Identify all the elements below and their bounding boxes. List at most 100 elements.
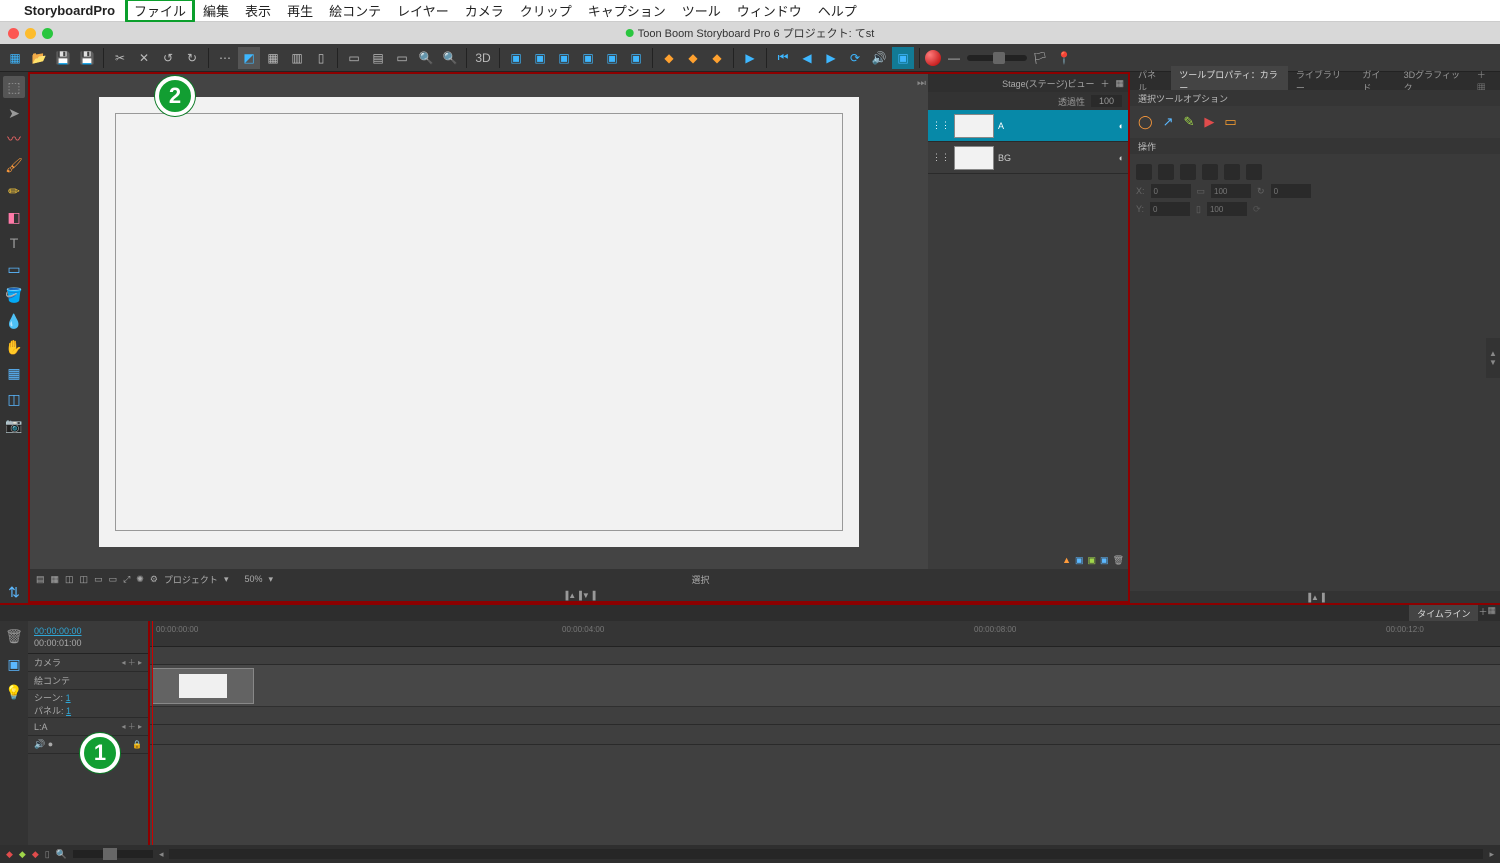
fastforward-icon[interactable]: ⏭ bbox=[917, 78, 926, 89]
delete-button[interactable]: ✕ bbox=[133, 47, 155, 69]
key2-button[interactable]: ◆ bbox=[682, 47, 704, 69]
h-field[interactable]: 100 bbox=[1207, 202, 1247, 216]
menu-caption[interactable]: キャプション bbox=[580, 0, 674, 22]
rot-90-icon[interactable] bbox=[1202, 164, 1218, 180]
timecode-box[interactable]: 00:00:00:00 00:00:01:00 bbox=[28, 621, 148, 654]
menu-storyboard[interactable]: 絵コンテ bbox=[321, 0, 389, 22]
tl-clip-icon[interactable]: ▣ bbox=[3, 653, 25, 675]
current-timecode[interactable]: 00:00:00:00 bbox=[34, 625, 142, 637]
layer-drag-icon[interactable]: ⋮⋮ bbox=[932, 120, 950, 131]
menu-view[interactable]: 表示 bbox=[237, 0, 279, 22]
redarrow-icon[interactable]: ▶ bbox=[1204, 114, 1214, 130]
dropper-tool-icon[interactable]: 💧 bbox=[3, 310, 25, 332]
brush-size-slider[interactable] bbox=[967, 55, 1027, 61]
merge-layer-icon[interactable]: ▣ bbox=[1100, 555, 1109, 567]
record-icon[interactable] bbox=[925, 50, 941, 66]
camera4-button[interactable]: ▣ bbox=[577, 47, 599, 69]
menu-file[interactable]: ファイル bbox=[125, 0, 195, 23]
track-storyboard[interactable]: 絵コンテ bbox=[28, 672, 148, 690]
menu-clip[interactable]: クリップ bbox=[512, 0, 580, 22]
pin-button[interactable]: 📍 bbox=[1053, 47, 1075, 69]
tl-bulb-icon[interactable]: 💡 bbox=[3, 681, 25, 703]
scroll-right-icon[interactable]: ▸ bbox=[1489, 849, 1494, 860]
zoomin-button[interactable]: 🔍 bbox=[439, 47, 461, 69]
sb-icon[interactable]: ✺ bbox=[136, 574, 144, 585]
sb-icon[interactable]: ▤ bbox=[36, 574, 45, 585]
add-tab-icon[interactable]: ＋ bbox=[1477, 70, 1486, 80]
storyboard-track[interactable] bbox=[150, 665, 1500, 707]
timeline-ruler[interactable]: 00:00:00:00 00:00:04:00 00:00:08:00 00:0… bbox=[150, 621, 1500, 647]
tl-key-icon[interactable]: ◆ bbox=[6, 849, 13, 860]
tab-menu-icon[interactable]: ▦ bbox=[1487, 605, 1496, 621]
add-tab-icon[interactable]: ＋ bbox=[1478, 605, 1487, 621]
crop-tool-icon[interactable]: ◫ bbox=[3, 388, 25, 410]
saveas-button[interactable]: 💾 bbox=[76, 47, 98, 69]
playhead[interactable] bbox=[152, 621, 153, 845]
trash-icon[interactable]: 🗑 bbox=[1113, 555, 1124, 567]
camera2-button[interactable]: ▣ bbox=[529, 47, 551, 69]
camera3-button[interactable]: ▣ bbox=[553, 47, 575, 69]
app-name[interactable]: StoryboardPro bbox=[24, 3, 115, 18]
tl-zoom-icon[interactable]: 🔍 bbox=[56, 849, 67, 860]
add-view-icon[interactable]: ＋ bbox=[1100, 77, 1109, 90]
panel-divider[interactable]: ▐▲▐▼▐ bbox=[30, 589, 1128, 601]
panel-clip[interactable] bbox=[152, 668, 254, 704]
folder-opt-icon[interactable]: ▭ bbox=[1224, 114, 1236, 130]
text-tool-icon[interactable]: T bbox=[3, 232, 25, 254]
view-menu-icon[interactable]: ▦ bbox=[1115, 78, 1124, 89]
redo-button[interactable]: ↻ bbox=[181, 47, 203, 69]
panel-divider-right[interactable]: ▐▲▐ bbox=[1130, 591, 1500, 603]
save-button[interactable]: 💾 bbox=[52, 47, 74, 69]
dots-button[interactable]: ⋯ bbox=[214, 47, 236, 69]
menu-layer[interactable]: レイヤー bbox=[389, 0, 457, 22]
undo-button[interactable]: ↺ bbox=[157, 47, 179, 69]
menu-tool[interactable]: ツール bbox=[674, 0, 729, 22]
rot90-icon[interactable] bbox=[1180, 164, 1196, 180]
3d-button[interactable]: 3D bbox=[472, 47, 494, 69]
menu-edit[interactable]: 編集 bbox=[195, 0, 237, 22]
stage-view[interactable]: ⏭ bbox=[30, 74, 928, 569]
scroll-left-icon[interactable]: ◂ bbox=[159, 849, 164, 860]
timeline-tracks[interactable]: 00:00:00:00 00:00:04:00 00:00:08:00 00:0… bbox=[150, 621, 1500, 845]
zoom-label[interactable]: 50% bbox=[244, 574, 262, 584]
brush-tool-icon[interactable]: 🖌 bbox=[3, 154, 25, 176]
audio-track[interactable] bbox=[150, 725, 1500, 745]
brush-opt-icon[interactable]: ✎ bbox=[1183, 114, 1194, 130]
collapse-handle[interactable]: ▲▼ bbox=[1486, 338, 1500, 378]
sb-icon[interactable]: ▦ bbox=[51, 574, 60, 585]
menu-window[interactable]: ウィンドウ bbox=[729, 0, 810, 22]
sb-icon[interactable]: ▭ bbox=[94, 574, 103, 585]
sound-button[interactable]: 🔊 bbox=[868, 47, 890, 69]
camera6-button[interactable]: ▣ bbox=[625, 47, 647, 69]
sb-icon[interactable]: ⤢ bbox=[123, 574, 130, 585]
swap-tool-icon[interactable]: ⇅ bbox=[3, 581, 25, 603]
eraser-tool-icon[interactable]: ◧ bbox=[3, 206, 25, 228]
prev-button[interactable]: ◀ bbox=[796, 47, 818, 69]
traffic-lights[interactable] bbox=[0, 24, 61, 43]
select-tool-icon[interactable]: ⬚ bbox=[3, 76, 25, 98]
loop-button[interactable]: ⟳ bbox=[844, 47, 866, 69]
paint-tool-icon[interactable]: 🪣 bbox=[3, 284, 25, 306]
play-button[interactable]: ▶ bbox=[739, 47, 761, 69]
tab-timeline[interactable]: タイムライン bbox=[1409, 605, 1478, 621]
tl-key3-icon[interactable]: ◆ bbox=[32, 849, 39, 860]
key1-button[interactable]: ◆ bbox=[658, 47, 680, 69]
camera5-button[interactable]: ▣ bbox=[601, 47, 623, 69]
toggle-button[interactable]: ▣ bbox=[892, 47, 914, 69]
grid1-button[interactable]: ▦ bbox=[262, 47, 284, 69]
camera1-button[interactable]: ▣ bbox=[505, 47, 527, 69]
minimize-icon[interactable] bbox=[25, 28, 36, 39]
lasso-icon[interactable]: ◯ bbox=[1138, 114, 1153, 130]
tl-snap-icon[interactable]: ▯ bbox=[45, 849, 50, 860]
stage-tab[interactable]: Stage(ステージ)ビュー bbox=[1002, 77, 1094, 90]
grid-tool-icon[interactable]: ▦ bbox=[3, 362, 25, 384]
opacity-value[interactable]: 100 bbox=[1091, 95, 1122, 107]
y-field[interactable]: 0 bbox=[1150, 202, 1190, 216]
fullscreen-icon[interactable] bbox=[42, 28, 53, 39]
cut-button[interactable]: ✂ bbox=[109, 47, 131, 69]
camera-tool-icon[interactable]: 📷 bbox=[3, 414, 25, 436]
first-button[interactable]: ⏮ bbox=[772, 47, 794, 69]
contour-tool-icon[interactable]: 〰 bbox=[3, 128, 25, 150]
tl-key2-icon[interactable]: ◆ bbox=[19, 849, 26, 860]
x-field[interactable]: 0 bbox=[1151, 184, 1191, 198]
